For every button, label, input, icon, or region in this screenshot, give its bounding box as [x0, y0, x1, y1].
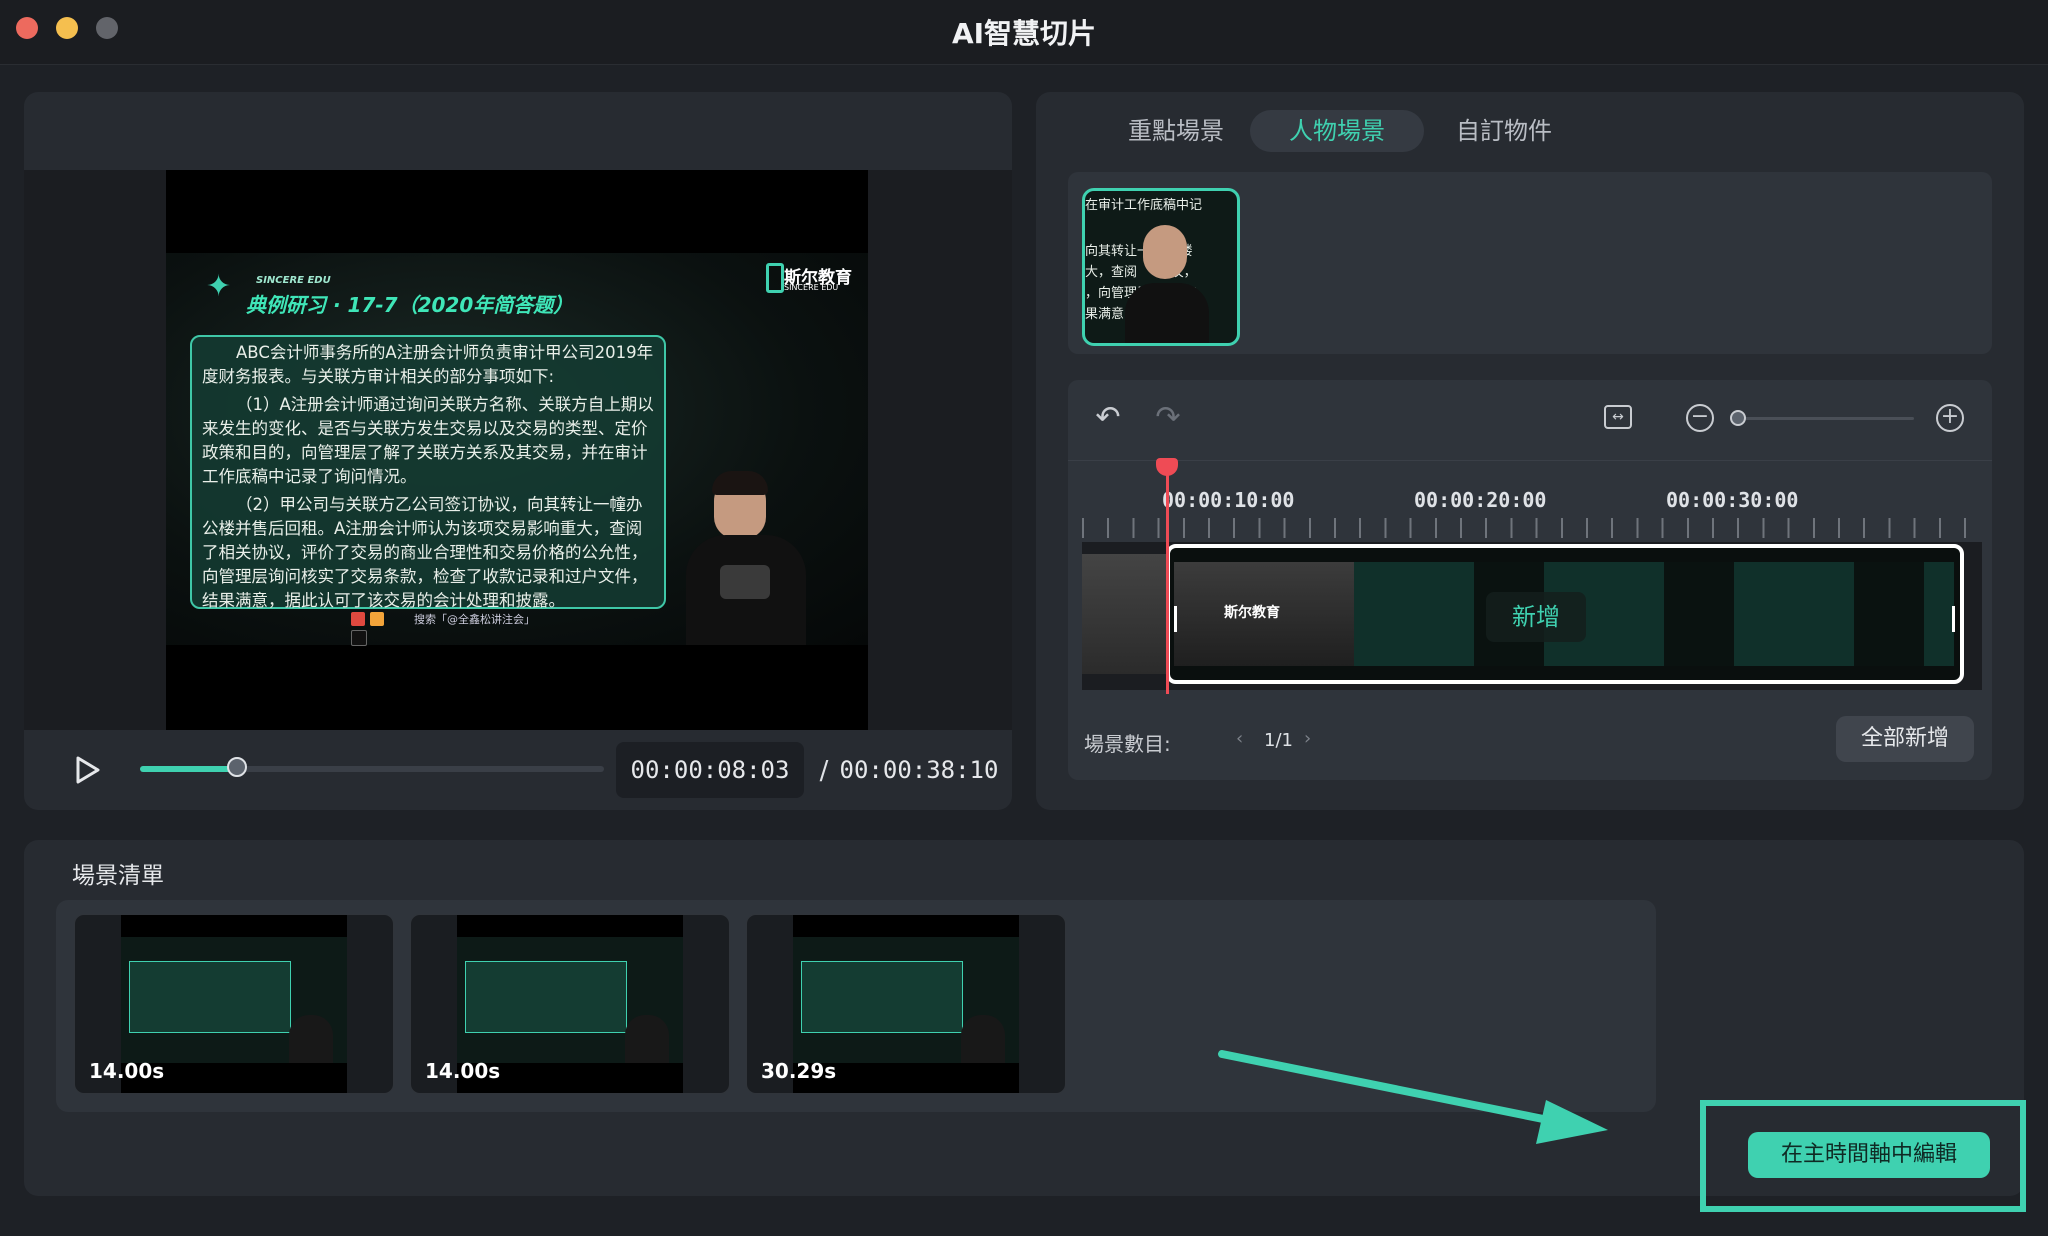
annotation-arrow-icon: [1218, 1050, 1608, 1144]
zoom-slider[interactable]: [1730, 410, 1914, 426]
scene-list-item[interactable]: 14.00s: [410, 914, 730, 1094]
slide-brand-small: SINCERE EDU: [256, 275, 331, 286]
play-button[interactable]: [66, 750, 106, 790]
current-time: 00:00:08:03: [616, 742, 804, 798]
presenter-image: [686, 471, 816, 645]
slide-text-box: ABC会计师事务所的A注册会计师负责审计甲公司2019年度财务报表。与关联方审计…: [190, 335, 666, 610]
tab-people-scenes[interactable]: 人物場景: [1250, 110, 1424, 152]
add-all-button[interactable]: 全部新增: [1836, 716, 1974, 762]
edit-in-timeline-button[interactable]: 在主時間軸中編輯: [1748, 1132, 1990, 1178]
fit-timeline-button[interactable]: ↔: [1604, 405, 1632, 429]
tab-custom-objects[interactable]: 自訂物件: [1428, 110, 1580, 152]
redo-icon: ↷: [1155, 400, 1181, 435]
ruler-tick-10s: 00:00:10:00: [1162, 488, 1295, 512]
playhead-handle[interactable]: [1156, 458, 1178, 476]
undo-icon: ↶: [1095, 400, 1121, 435]
clip-left-handle[interactable]: [1174, 606, 1177, 632]
timeline-divider: [1068, 460, 1992, 461]
scene-duration: 30.29s: [761, 1059, 837, 1083]
progress-slider[interactable]: [140, 757, 604, 777]
ruler-tick-30s: 00:00:30:00: [1666, 488, 1799, 512]
thumb-body: [1125, 283, 1209, 343]
playhead-line[interactable]: [1166, 460, 1169, 694]
zoom-out-button[interactable]: −: [1686, 404, 1714, 432]
scene-thumbnails-area: 在审计工作底稿中记 向其转让一 公楼 大，查阅 协议， ，向管理层 核实 果满意: [1068, 172, 1992, 354]
slide-paragraph-2: （1）A注册会计师通过询问关联方名称、关联方自上期以来发生的变化、是否与关联方发…: [202, 395, 654, 486]
tab-key-scenes[interactable]: 重點場景: [1100, 110, 1252, 152]
preview-stage: SINCERE EDU ✦ 典例研习 · 17-7（2020年简答题） 斯尔教育…: [24, 170, 1012, 730]
social-icons: [351, 611, 405, 646]
preview-panel: SINCERE EDU ✦ 典例研习 · 17-7（2020年简答题） 斯尔教育…: [24, 92, 1012, 810]
selected-clip[interactable]: 斯尔教育 新增: [1166, 544, 1964, 684]
thumb-line-5: 果满意: [1085, 307, 1125, 322]
zoom-knob[interactable]: [1730, 410, 1746, 426]
ruler-tick-20s: 00:00:20:00: [1414, 488, 1547, 512]
people-scene-thumbnail[interactable]: 在审计工作底稿中记 向其转让一 公楼 大，查阅 协议， ，向管理层 核实 果满意: [1082, 188, 1240, 346]
chevron-left-icon: ‹: [1236, 728, 1244, 749]
scene-list-title: 場景清單: [72, 863, 164, 889]
undo-button[interactable]: ↶: [1088, 398, 1128, 438]
slide-paragraph-1: ABC会计师事务所的A注册会计师负责审计甲公司2019年度财务报表。与关联方审计…: [202, 343, 654, 386]
video-slide: SINCERE EDU ✦ 典例研习 · 17-7（2020年简答题） 斯尔教育…: [166, 253, 868, 646]
timeline-area: ↶ ↷ ↔ − + 00:00:10:00 00:00:20:00 00:00:…: [1068, 380, 1992, 780]
ruler-ticks: [1082, 518, 1978, 538]
total-time: 00:00:38:10: [839, 756, 999, 784]
scene-duration: 14.00s: [425, 1059, 501, 1083]
scene-count-label: 場景數目:: [1084, 732, 1171, 756]
logo-mark-icon: [766, 263, 784, 293]
redo-button[interactable]: ↷: [1148, 398, 1188, 438]
progress-knob[interactable]: [227, 757, 248, 777]
scene-list-item[interactable]: 30.29s: [746, 914, 1066, 1094]
thumb-face: [1143, 225, 1187, 279]
progress-fill: [140, 766, 238, 772]
video-frame: SINCERE EDU ✦ 典例研习 · 17-7（2020年简答题） 斯尔教育…: [166, 170, 868, 730]
window-title: AI智慧切片: [951, 17, 1097, 50]
scene-list-item[interactable]: 14.00s: [74, 914, 394, 1094]
title-bar: AI智慧切片: [0, 0, 2048, 65]
prev-scene-button[interactable]: ‹: [1236, 728, 1243, 749]
add-overlay-label[interactable]: 新增: [1486, 592, 1586, 642]
scene-panel: 重點場景 人物場景 自訂物件 在审计工作底稿中记 向其转让一 公楼 大，查阅 协…: [1036, 92, 2024, 810]
chevron-right-icon: ›: [1304, 728, 1312, 749]
play-icon: [76, 756, 100, 784]
zoom-in-button[interactable]: +: [1936, 404, 1964, 432]
slide-footer: 搜索「@全鑫松讲注会」: [414, 613, 535, 626]
star-icon: ✦: [206, 269, 232, 304]
fit-icon: ↔: [1612, 409, 1624, 425]
clip-right-handle[interactable]: [1952, 606, 1955, 632]
clip-frames: [1354, 562, 1954, 666]
plus-icon: +: [1940, 404, 1960, 429]
clip-track: 斯尔教育 新增: [1082, 542, 1982, 690]
scene-duration: 14.00s: [89, 1059, 165, 1083]
slide-logo-sub: SINCERE EDU: [784, 283, 839, 292]
clip-logo: 斯尔教育: [1224, 605, 1280, 621]
thumb-line-1: 在审计工作底稿中记: [1085, 198, 1203, 213]
scene-count-value: 1/1: [1264, 730, 1293, 751]
slide-heading: 典例研习 · 17-7（2020年简答题）: [246, 293, 574, 317]
clip-lead-frame: [1082, 554, 1176, 674]
next-scene-button[interactable]: ›: [1304, 728, 1311, 749]
minus-icon: −: [1690, 404, 1710, 429]
slide-paragraph-3: （2）甲公司与关联方乙公司签订协议，向其转让一幢办公楼并售后回租。A注册会计师认…: [202, 495, 648, 610]
